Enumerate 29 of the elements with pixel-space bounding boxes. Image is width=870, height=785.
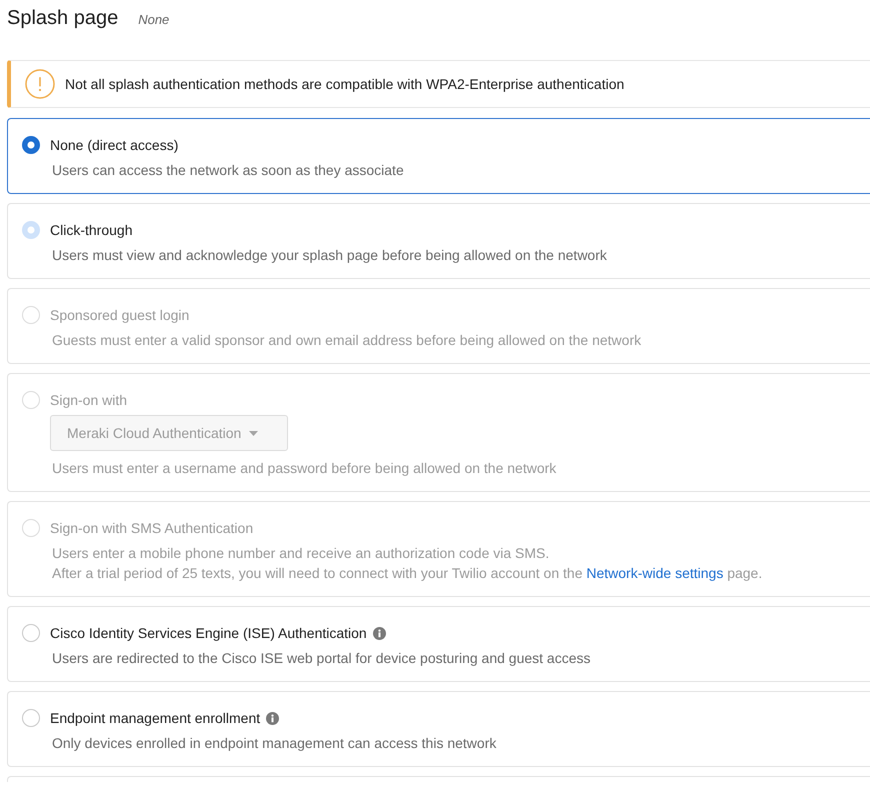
option-description: After a trial period of 25 texts, you will need to connect with your Twilio account on the Network-wide settings page.: [52, 564, 762, 583]
warning-icon: [25, 69, 55, 99]
option-label: Sign-on with SMS Authentication: [50, 519, 254, 538]
option-label: Endpoint management enrollment: [50, 709, 260, 728]
radio-button[interactable]: [22, 709, 40, 727]
option-card[interactable]: Cisco Identity Services Engine (ISE) Authentication Users are redirected to the Cisco ISE web portal for device posturing and guest access: [7, 606, 870, 682]
page-title: Splash page: [7, 6, 118, 31]
option-card[interactable]: None (direct access) Users can access the network as soon as they associate: [7, 118, 870, 194]
option-description: Users must view and acknowledge your splash page before being allowed on the network: [52, 246, 607, 265]
radio-button[interactable]: [22, 624, 40, 642]
option-label: Sign-on with: [50, 391, 128, 410]
option-label: Cisco Identity Services Engine (ISE) Authentication: [50, 624, 367, 643]
current-value: None: [138, 11, 170, 29]
option-description: Users enter a mobile phone number and receive an authorization code via SMS.: [52, 544, 550, 563]
option-description: Guests must enter a valid sponsor and own email address before being allowed on the network: [52, 331, 642, 350]
option-label: Sponsored guest login: [50, 306, 190, 325]
option-label: None (direct access): [50, 136, 178, 155]
alert-message: Not all splash authentication methods are compatible with WPA2-Enterprise authentication: [65, 74, 624, 94]
option-card[interactable]: Endpoint management enrollment Only devices enrolled in endpoint management can access this network: [7, 691, 870, 767]
info-icon[interactable]: [372, 626, 386, 640]
option-description: Users can access the network as soon as they associate: [52, 161, 404, 180]
info-icon[interactable]: [266, 712, 280, 724]
option-description: Users must enter a username and password before being allowed on the network: [52, 459, 556, 478]
option-description: Only devices enrolled in endpoint management can access this network: [52, 734, 496, 753]
option-card[interactable]: Click-through Users must view and acknowledge your splash page before being allowed on the network: [7, 203, 870, 279]
option-description: Users are redirected to the Cisco ISE web portal for device posturing and guest access: [52, 649, 590, 668]
radio-button[interactable]: [22, 136, 40, 154]
caret-icon: [249, 430, 258, 436]
option-label: Click-through: [50, 221, 132, 240]
